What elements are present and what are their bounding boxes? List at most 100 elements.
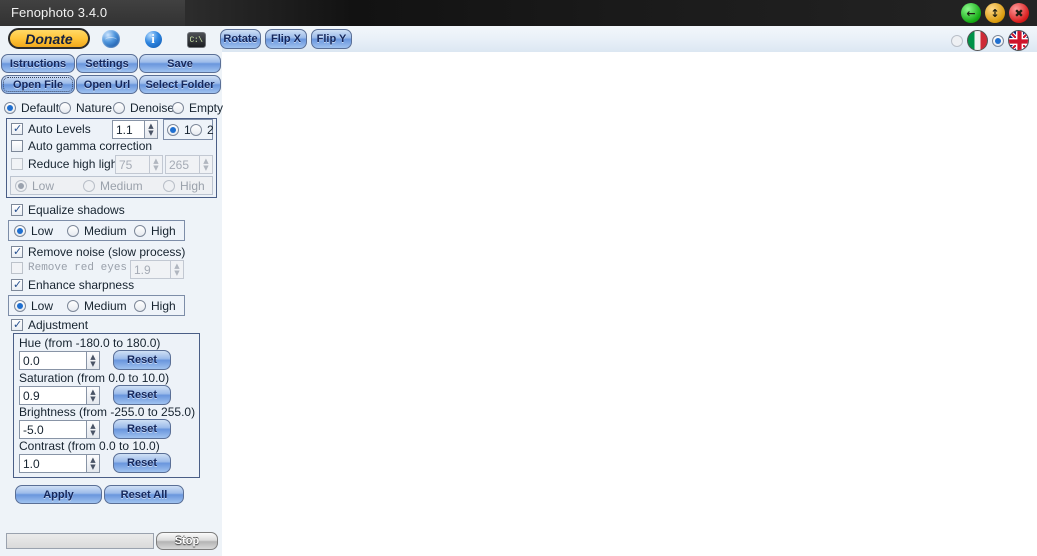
- preset-denoise-radio[interactable]: [113, 102, 125, 114]
- preset-nature-radio[interactable]: [59, 102, 71, 114]
- preset-nature[interactable]: Nature: [59, 101, 112, 115]
- reduce-highlight-spin-1[interactable]: ▲ ▼: [149, 155, 163, 174]
- preset-empty-radio[interactable]: [172, 102, 184, 114]
- minimize-button[interactable]: ←: [961, 3, 981, 23]
- donate-button[interactable]: Donate: [8, 28, 90, 49]
- equalize-shadows-option[interactable]: Equalize shadows: [11, 203, 125, 217]
- equalize-shadows-checkbox[interactable]: [11, 203, 23, 216]
- adjustment-option[interactable]: Adjustment: [11, 318, 88, 332]
- enhance-sharpness-low-radio[interactable]: [14, 300, 26, 312]
- adjustment-checkbox[interactable]: [11, 318, 23, 331]
- language-radio-english[interactable]: [992, 34, 1004, 47]
- settings-button[interactable]: Settings: [76, 54, 138, 73]
- auto-levels-checkbox[interactable]: [11, 122, 23, 135]
- preset-denoise[interactable]: Denoise: [113, 101, 174, 115]
- saturation-input[interactable]: [19, 386, 86, 405]
- reduce-highlight-level-low[interactable]: Low: [15, 179, 54, 193]
- reduce-highlight-low-radio[interactable]: [15, 180, 27, 192]
- rotate-button[interactable]: Rotate: [220, 29, 261, 49]
- open-url-button[interactable]: Open Url: [76, 75, 138, 94]
- auto-gamma-checkbox[interactable]: [11, 140, 23, 152]
- flag-italy-icon[interactable]: [967, 30, 988, 51]
- auto-levels-spin-buttons[interactable]: ▲ ▼: [144, 120, 158, 139]
- enhance-sharpness-level-high[interactable]: High: [134, 299, 176, 313]
- reduce-highlight-stepper-2[interactable]: ▲▼: [165, 155, 213, 174]
- reduce-highlight-option[interactable]: Reduce high light: [11, 157, 121, 171]
- equalize-shadows-low-radio[interactable]: [14, 225, 26, 237]
- remove-red-eyes-stepper[interactable]: ▲▼: [130, 260, 184, 279]
- close-button[interactable]: ✖: [1009, 3, 1029, 23]
- hue-reset-button[interactable]: Reset: [113, 350, 171, 370]
- saturation-spin-buttons[interactable]: ▲ ▼: [86, 386, 100, 405]
- flag-uk-icon[interactable]: [1008, 30, 1029, 51]
- contrast-stepper[interactable]: ▲▼: [19, 454, 100, 473]
- remove-red-eyes-checkbox[interactable]: [11, 262, 23, 274]
- globe-icon[interactable]: [101, 29, 121, 49]
- reduce-highlight-checkbox[interactable]: [11, 158, 23, 170]
- language-radio-italiano[interactable]: [951, 34, 963, 47]
- maximize-button[interactable]: ↕: [985, 3, 1005, 23]
- contrast-input[interactable]: [19, 454, 86, 473]
- enhance-sharpness-high-radio[interactable]: [134, 300, 146, 312]
- save-button[interactable]: Save: [139, 54, 221, 73]
- reduce-highlight-low-label: Low: [32, 179, 55, 193]
- reduce-highlight-input-2[interactable]: [165, 155, 199, 174]
- contrast-spin-buttons[interactable]: ▲ ▼: [86, 454, 100, 473]
- reduce-highlight-stepper-1[interactable]: ▲▼: [115, 155, 163, 174]
- reduce-highlight-medium-radio[interactable]: [83, 180, 95, 192]
- flip-y-button[interactable]: Flip Y: [311, 29, 352, 49]
- apply-button[interactable]: Apply: [15, 485, 102, 504]
- auto-levels-mode-2[interactable]: 2: [190, 123, 214, 137]
- enhance-sharpness-option[interactable]: Enhance sharpness: [11, 278, 134, 292]
- info-icon[interactable]: i: [143, 29, 163, 49]
- hue-stepper[interactable]: ▲▼: [19, 351, 100, 370]
- equalize-shadows-high-radio[interactable]: [134, 225, 146, 237]
- equalize-shadows-medium-radio[interactable]: [67, 225, 79, 237]
- open-file-button[interactable]: Open File: [1, 75, 75, 94]
- brightness-stepper[interactable]: ▲▼: [19, 420, 100, 439]
- auto-levels-stepper[interactable]: ▲▼: [112, 120, 158, 139]
- equalize-shadows-level-low[interactable]: Low: [14, 224, 53, 238]
- auto-levels-option[interactable]: Auto Levels: [11, 122, 91, 136]
- reduce-highlight-high-radio[interactable]: [163, 180, 175, 192]
- enhance-sharpness-checkbox[interactable]: [11, 278, 23, 291]
- remove-noise-checkbox[interactable]: [11, 245, 23, 258]
- enhance-sharpness-medium-radio[interactable]: [67, 300, 79, 312]
- reduce-highlight-level-medium[interactable]: Medium: [83, 179, 143, 193]
- brightness-input[interactable]: [19, 420, 86, 439]
- auto-gamma-option[interactable]: Auto gamma correction: [11, 139, 152, 153]
- image-canvas[interactable]: [222, 52, 1037, 556]
- equalize-shadows-level-high[interactable]: High: [134, 224, 176, 238]
- remove-red-eyes-input[interactable]: [130, 260, 170, 279]
- remove-red-eyes-option[interactable]: Remove red eyes: [11, 262, 127, 274]
- remove-noise-option[interactable]: Remove noise (slow process): [11, 245, 185, 259]
- brightness-spin-buttons[interactable]: ▲ ▼: [86, 420, 100, 439]
- equalize-shadows-label: Equalize shadows: [28, 203, 125, 217]
- enhance-sharpness-level-low[interactable]: Low: [14, 299, 53, 313]
- flip-x-button[interactable]: Flip X: [265, 29, 307, 49]
- auto-levels-mode-2-radio[interactable]: [190, 124, 202, 136]
- reduce-highlight-input-1[interactable]: [115, 155, 149, 174]
- stop-button[interactable]: Stop: [156, 532, 218, 550]
- preset-default-radio[interactable]: [4, 102, 16, 114]
- hue-input[interactable]: [19, 351, 86, 370]
- cli-icon[interactable]: C:\: [186, 30, 206, 50]
- auto-levels-input[interactable]: [112, 120, 144, 139]
- preset-default[interactable]: Default: [4, 101, 59, 115]
- preset-empty[interactable]: Empty: [172, 101, 223, 115]
- remove-red-eyes-spin[interactable]: ▲ ▼: [170, 260, 184, 279]
- equalize-shadows-level-medium[interactable]: Medium: [67, 224, 127, 238]
- saturation-stepper[interactable]: ▲▼: [19, 386, 100, 405]
- brightness-reset-button[interactable]: Reset: [113, 419, 171, 439]
- reduce-highlight-level-high[interactable]: High: [163, 179, 205, 193]
- hue-spin-buttons[interactable]: ▲ ▼: [86, 351, 100, 370]
- contrast-reset-button[interactable]: Reset: [113, 453, 171, 473]
- select-folder-button[interactable]: Select Folder: [139, 75, 221, 94]
- auto-levels-mode-1[interactable]: 1: [167, 123, 191, 137]
- auto-levels-mode-1-radio[interactable]: [167, 124, 179, 136]
- enhance-sharpness-level-medium[interactable]: Medium: [67, 299, 127, 313]
- saturation-reset-button[interactable]: Reset: [113, 385, 171, 405]
- instructions-button[interactable]: Istructions: [1, 54, 75, 73]
- reset-all-button[interactable]: Reset All: [104, 485, 184, 504]
- reduce-highlight-spin-2[interactable]: ▲ ▼: [199, 155, 213, 174]
